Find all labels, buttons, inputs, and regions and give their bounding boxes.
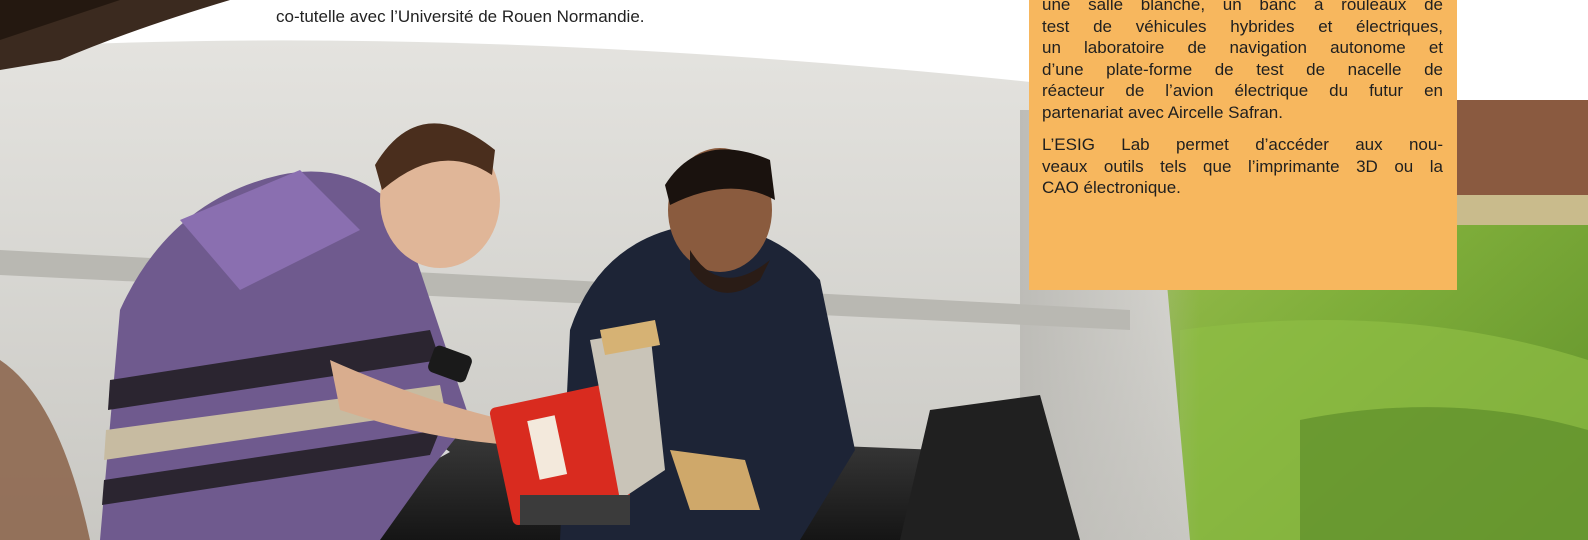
equipment-line: test de véhicules hybrides et électrique… — [1042, 16, 1443, 36]
esig-lab-paragraph: L’ESIG Lab permet d’accéder aux nou- vea… — [1042, 134, 1443, 199]
esig-lab-line: L’ESIG Lab permet d’accéder aux nou- — [1042, 135, 1443, 154]
equipment-line: un laboratoire de navigation autonome et — [1042, 38, 1443, 57]
esig-lab-line: CAO électronique. — [1042, 178, 1181, 197]
equipment-line: d’une plate-forme de test de nacelle de — [1042, 59, 1443, 79]
equipment-line: réacteur de l’avion électrique du futur … — [1042, 81, 1443, 100]
equipment-paragraph: une salle blanche, un banc à rouleaux de… — [1042, 0, 1443, 123]
equipment-callout-box: une salle blanche, un banc à rouleaux de… — [1029, 0, 1457, 290]
intro-paragraph: co-tutelle avec l’Université de Rouen No… — [276, 6, 796, 28]
equipment-line: une salle blanche, un banc à rouleaux de — [1042, 0, 1443, 14]
intro-last-line: co-tutelle avec l’Université de Rouen No… — [276, 7, 645, 26]
equipment-line: partenariat avec Aircelle Safran. — [1042, 102, 1283, 122]
esig-lab-line: veaux outils tels que l’imprimante 3D ou… — [1042, 156, 1443, 176]
